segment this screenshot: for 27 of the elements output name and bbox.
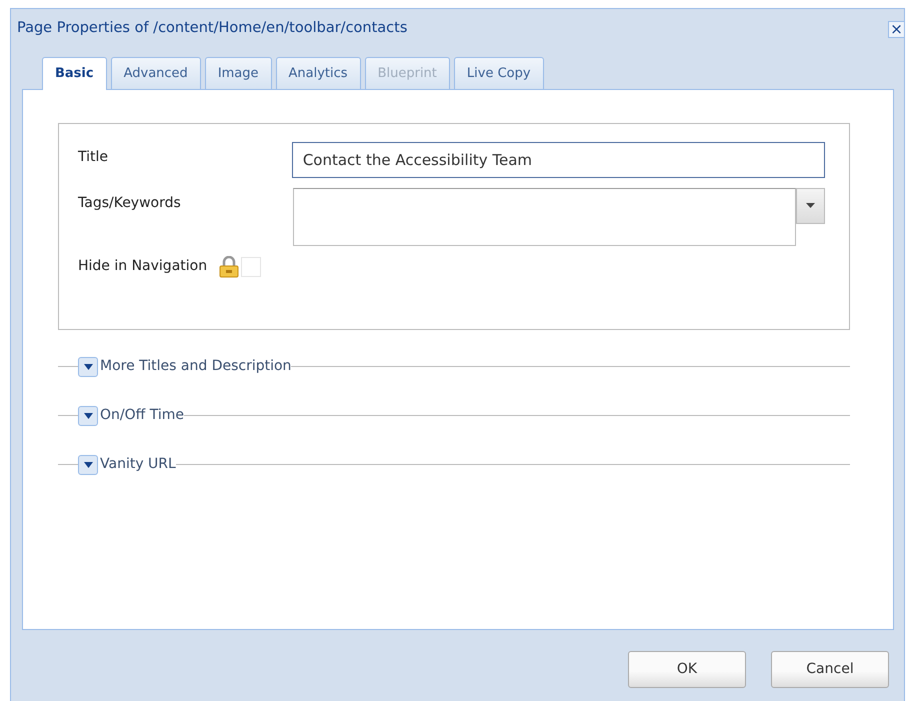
tab[interactable]: Image	[204, 57, 272, 88]
tab[interactable]: Advanced	[110, 57, 201, 88]
expand-button[interactable]	[78, 356, 98, 376]
section-label: More Titles and Description	[100, 357, 292, 376]
caret-icon	[84, 364, 92, 370]
tab[interactable]: Analytics	[276, 57, 361, 88]
dropdown-button[interactable]	[796, 188, 825, 224]
caret-icon	[805, 202, 816, 209]
close-button[interactable]: ×	[888, 20, 905, 38]
tab[interactable]: Live Copy	[454, 57, 544, 88]
title-field[interactable]: Contact the Accessibility Team	[292, 142, 825, 178]
expand-button[interactable]	[78, 406, 98, 426]
window-title: Page Properties of /content/Home/en/toolbar/contacts	[17, 19, 408, 38]
caret-icon	[84, 412, 92, 418]
field-label: Tags/Keywords	[78, 194, 182, 212]
section-label: Vanity URL	[100, 455, 176, 474]
field-label: Title	[78, 148, 110, 166]
checkbox[interactable]	[241, 256, 262, 276]
section-label: On/Off Time	[100, 406, 184, 425]
ok-button[interactable]: OK	[628, 650, 746, 688]
expand-button[interactable]	[78, 454, 98, 474]
field-label: Hide in Navigation	[78, 257, 208, 276]
cancel-button[interactable]: Cancel	[771, 650, 889, 688]
tab[interactable]: Basic	[42, 57, 107, 90]
tab: Blueprint	[364, 57, 450, 88]
tags-field[interactable]	[293, 188, 796, 246]
caret-icon	[84, 462, 92, 468]
